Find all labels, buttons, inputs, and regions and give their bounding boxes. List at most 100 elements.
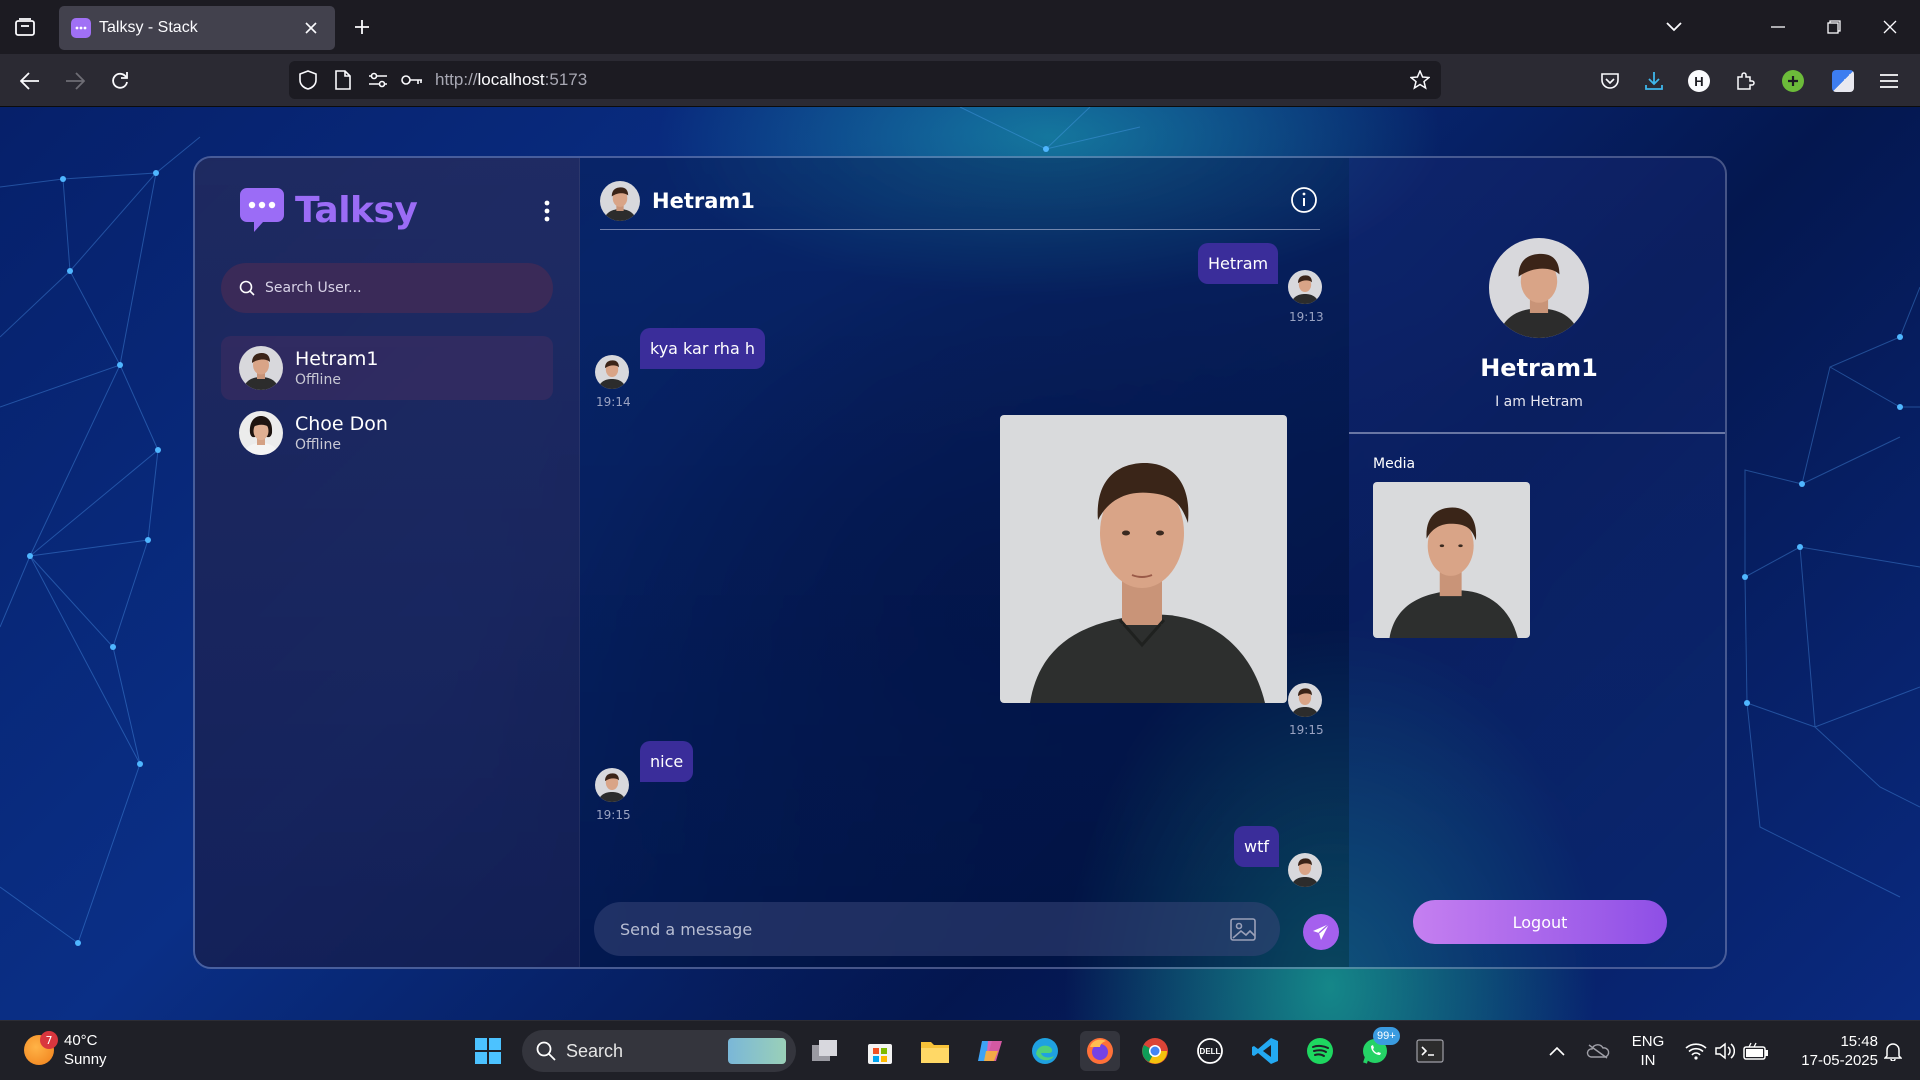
user-search[interactable] (221, 263, 553, 313)
talksy-logo: Talksy (239, 186, 418, 234)
weather-desc: Sunny (64, 1051, 107, 1068)
tab-overflow-chevron-icon[interactable] (1656, 10, 1692, 44)
restore-icon[interactable] (1816, 10, 1852, 44)
forward-icon[interactable] (58, 64, 92, 98)
weather-widget[interactable]: 7 40°C Sunny (24, 1031, 107, 1069)
message-input[interactable] (620, 919, 1210, 939)
downloads-icon[interactable] (1637, 64, 1671, 98)
edge-icon[interactable] (1025, 1031, 1065, 1071)
message-time: 19:14 (596, 395, 631, 409)
extensions-puzzle-icon[interactable] (1728, 64, 1762, 98)
vscode-icon[interactable] (1245, 1031, 1285, 1071)
whatsapp-icon[interactable]: 99+ (1355, 1027, 1400, 1071)
extension-h-icon[interactable]: H (1682, 64, 1716, 98)
language-indicator[interactable]: ENG IN (1628, 1032, 1668, 1070)
message-bubble-sent: wtf (1234, 826, 1279, 867)
copilot-icon[interactable] (970, 1031, 1010, 1071)
file-explorer-icon[interactable] (915, 1031, 955, 1071)
system-tray-status[interactable] (1672, 1031, 1782, 1071)
message-time: 19:15 (596, 808, 631, 822)
user-status: Offline (295, 437, 341, 453)
more-options-icon[interactable] (535, 196, 559, 226)
notification-bell-icon[interactable] (1878, 1031, 1908, 1071)
user-item-choe-don[interactable]: Choe Don Offline (221, 401, 553, 465)
new-tab-icon[interactable] (347, 12, 377, 42)
message-time: 19:13 (1289, 310, 1324, 324)
tab-title: Talksy - Stack (99, 19, 198, 36)
start-windows-icon[interactable] (468, 1031, 508, 1071)
url-bar[interactable]: http://localhost:5173 (289, 61, 1441, 99)
detail-avatar (1489, 238, 1589, 338)
logout-button[interactable]: Logout (1413, 900, 1667, 944)
reload-icon[interactable] (103, 64, 137, 98)
message-avatar (595, 355, 629, 389)
browser-tab[interactable]: Talksy - Stack (59, 6, 335, 50)
logo-text: Talksy (295, 189, 418, 231)
chat-header: Hetram1 (600, 172, 1320, 230)
permissions-icon[interactable] (367, 69, 389, 91)
search-user-input[interactable] (265, 280, 525, 296)
shield-icon[interactable] (297, 69, 319, 91)
user-details-panel: Hetram1 I am Hetram Media Logout (1349, 158, 1725, 967)
back-icon[interactable] (13, 64, 47, 98)
pocket-icon[interactable] (1593, 64, 1627, 98)
message-time: 19:15 (1289, 723, 1324, 737)
taskbar-search[interactable]: Search (522, 1030, 796, 1072)
microsoft-store-icon[interactable] (860, 1031, 900, 1071)
firefox-icon[interactable] (1080, 1031, 1120, 1071)
user-status: Offline (295, 372, 341, 388)
user-name: Hetram1 (295, 348, 379, 370)
menu-hamburger-icon[interactable] (1872, 64, 1906, 98)
translate-icon[interactable] (1826, 64, 1860, 98)
message-bubble-received: kya kar rha h (640, 328, 765, 369)
message-image[interactable] (1000, 415, 1287, 703)
sidebar: Talksy Hetram1 Offline (195, 158, 580, 967)
divider (1349, 432, 1725, 434)
message-composer[interactable] (594, 902, 1280, 956)
dell-icon[interactable]: DELL (1190, 1031, 1230, 1071)
tab-list-icon[interactable] (10, 12, 40, 42)
search-highlight-icon (728, 1038, 786, 1064)
spotify-icon[interactable] (1300, 1031, 1340, 1071)
browser-tab-bar: Talksy - Stack (0, 0, 1920, 54)
message-avatar (1288, 683, 1322, 717)
terminal-icon[interactable] (1410, 1031, 1450, 1071)
detail-bio: I am Hetram (1495, 394, 1583, 410)
svg-text:DELL: DELL (1200, 1047, 1221, 1056)
tab-close-icon[interactable] (299, 16, 323, 40)
chat-bubble-logo-icon (239, 186, 285, 234)
extension-green-plus-icon[interactable] (1776, 64, 1810, 98)
page-viewport: Talksy Hetram1 Offline (0, 107, 1920, 1020)
chat-header-avatar[interactable] (600, 180, 640, 221)
media-label: Media (1373, 456, 1416, 472)
detail-name: Hetram1 (1480, 354, 1598, 382)
media-thumbnail[interactable] (1373, 482, 1530, 638)
chrome-icon[interactable] (1135, 1031, 1175, 1071)
send-button[interactable] (1303, 914, 1339, 950)
close-window-icon[interactable] (1872, 10, 1908, 44)
chat-panel: Hetram1 Hetram 19:13 kya kar rha h 19:14 (580, 158, 1349, 967)
info-icon[interactable] (1290, 186, 1320, 216)
taskbar-search-label: Search (566, 1040, 624, 1061)
clock[interactable]: 15:48 17-05-2025 (1778, 1032, 1878, 1070)
onedrive-offline-icon[interactable] (1578, 1031, 1618, 1071)
weather-temp: 40°C (64, 1032, 98, 1049)
minimize-icon[interactable] (1760, 10, 1796, 44)
search-icon (536, 1041, 556, 1061)
avatar (239, 411, 283, 455)
attach-image-icon[interactable] (1230, 916, 1258, 942)
message-bubble-received: nice (640, 741, 694, 782)
search-icon (239, 280, 255, 296)
user-item-hetram1[interactable]: Hetram1 Offline (221, 336, 553, 400)
key-icon[interactable] (401, 69, 423, 91)
sun-icon: 7 (24, 1031, 58, 1065)
user-name: Choe Don (295, 413, 388, 435)
task-view-icon[interactable] (805, 1031, 845, 1071)
notification-badge: 99+ (1373, 1027, 1400, 1045)
battery-icon (1743, 1042, 1768, 1060)
bookmark-star-icon[interactable] (1409, 69, 1431, 91)
talksy-favicon-icon (71, 18, 91, 38)
show-hidden-icons-chevron-icon[interactable] (1537, 1031, 1577, 1071)
message-avatar (595, 768, 629, 802)
page-info-icon[interactable] (332, 69, 354, 91)
